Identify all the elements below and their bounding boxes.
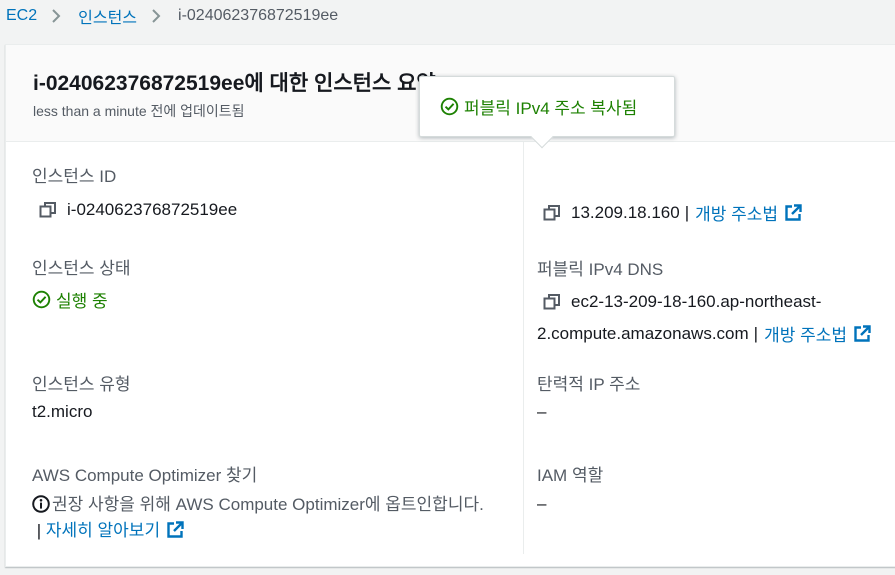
breadcrumb-current: i-024062376872519ee: [178, 7, 339, 24]
breadcrumb-ec2[interactable]: EC2: [6, 7, 37, 25]
public-ipv4-open-address-link[interactable]: 개방 주소법: [695, 200, 778, 225]
elastic-ip-value: –: [537, 402, 547, 421]
external-link-icon[interactable]: [784, 203, 802, 222]
external-link-icon[interactable]: [166, 521, 184, 539]
compute-optimizer-label: AWS Compute Optimizer 찾기: [32, 466, 258, 485]
iam-role-label: IAM 역할: [537, 466, 604, 485]
copy-icon[interactable]: [543, 293, 561, 311]
instance-state-label: 인스턴스 상태: [32, 259, 131, 278]
iam-role-value: –: [537, 494, 547, 513]
elastic-ip-label: 탄력적 IP 주소: [537, 375, 641, 394]
info-circle-icon: [32, 495, 50, 513]
public-ipv4-dns-value-line1: ec2-13-209-18-160.ap-northeast-: [571, 292, 822, 311]
public-ipv4-dns-row-2: 2.compute.amazonaws.com | 개방 주소법: [537, 321, 871, 346]
instance-state-value-row: 실행 중: [32, 287, 108, 312]
compute-optimizer-separator: |: [32, 521, 46, 540]
title-row: i-024062376872519ee에 대한 인스턴스 요약 정보: [33, 67, 478, 97]
updated-timestamp: less than a minute 전에 업데이트됨: [33, 103, 245, 119]
public-ipv4-dns-value-line2: 2.compute.amazonaws.com: [537, 323, 749, 343]
copy-icon[interactable]: [39, 201, 57, 219]
public-ipv4-dns-open-address-link[interactable]: 개방 주소법: [764, 321, 847, 346]
column-divider: [523, 142, 524, 554]
instance-id-value-row: i-024062376872519ee: [39, 200, 237, 220]
public-ipv4-separator: |: [684, 202, 690, 222]
chevron-right-icon: [50, 9, 64, 23]
public-ipv4-dns-label: 퍼블릭 IPv4 DNS: [537, 260, 664, 279]
copied-popover: 퍼블릭 IPv4 주소 복사됨: [419, 76, 675, 149]
page-title: i-024062376872519ee에 대한 인스턴스 요약: [33, 72, 436, 95]
copied-popover-text: 퍼블릭 IPv4 주소 복사됨: [464, 99, 638, 118]
compute-optimizer-text-block: 권장 사항을 위해 AWS Compute Optimizer에 옵트인합니다.…: [32, 492, 507, 544]
instance-state-value: 실행 중: [56, 292, 108, 311]
external-link-icon[interactable]: [853, 324, 871, 343]
instance-type-label: 인스턴스 유형: [32, 375, 131, 394]
compute-optimizer-text: 권장 사항을 위해 AWS Compute Optimizer에 옵트인합니다.: [52, 495, 484, 514]
public-ipv4-value-row: 13.209.18.160 | 개방 주소법: [543, 200, 802, 225]
copy-icon[interactable]: [543, 204, 561, 222]
check-circle-icon: [32, 290, 51, 309]
chevron-right-icon: [150, 9, 164, 23]
breadcrumb-instances[interactable]: 인스턴스: [78, 4, 137, 28]
public-ipv4-dns-separator: |: [753, 323, 759, 343]
public-ipv4-value: 13.209.18.160: [571, 202, 680, 222]
learn-more-link[interactable]: 자세히 알아보기: [46, 521, 160, 540]
instance-id-label: 인스턴스 ID: [32, 167, 117, 186]
instance-id-value: i-024062376872519ee: [67, 200, 238, 219]
instance-type-value: t2.micro: [32, 402, 93, 421]
check-circle-icon: [440, 97, 459, 116]
breadcrumb: EC2 인스턴스 i-024062376872519ee: [6, 5, 338, 27]
public-ipv4-dns-row-1: ec2-13-209-18-160.ap-northeast-: [543, 292, 821, 312]
